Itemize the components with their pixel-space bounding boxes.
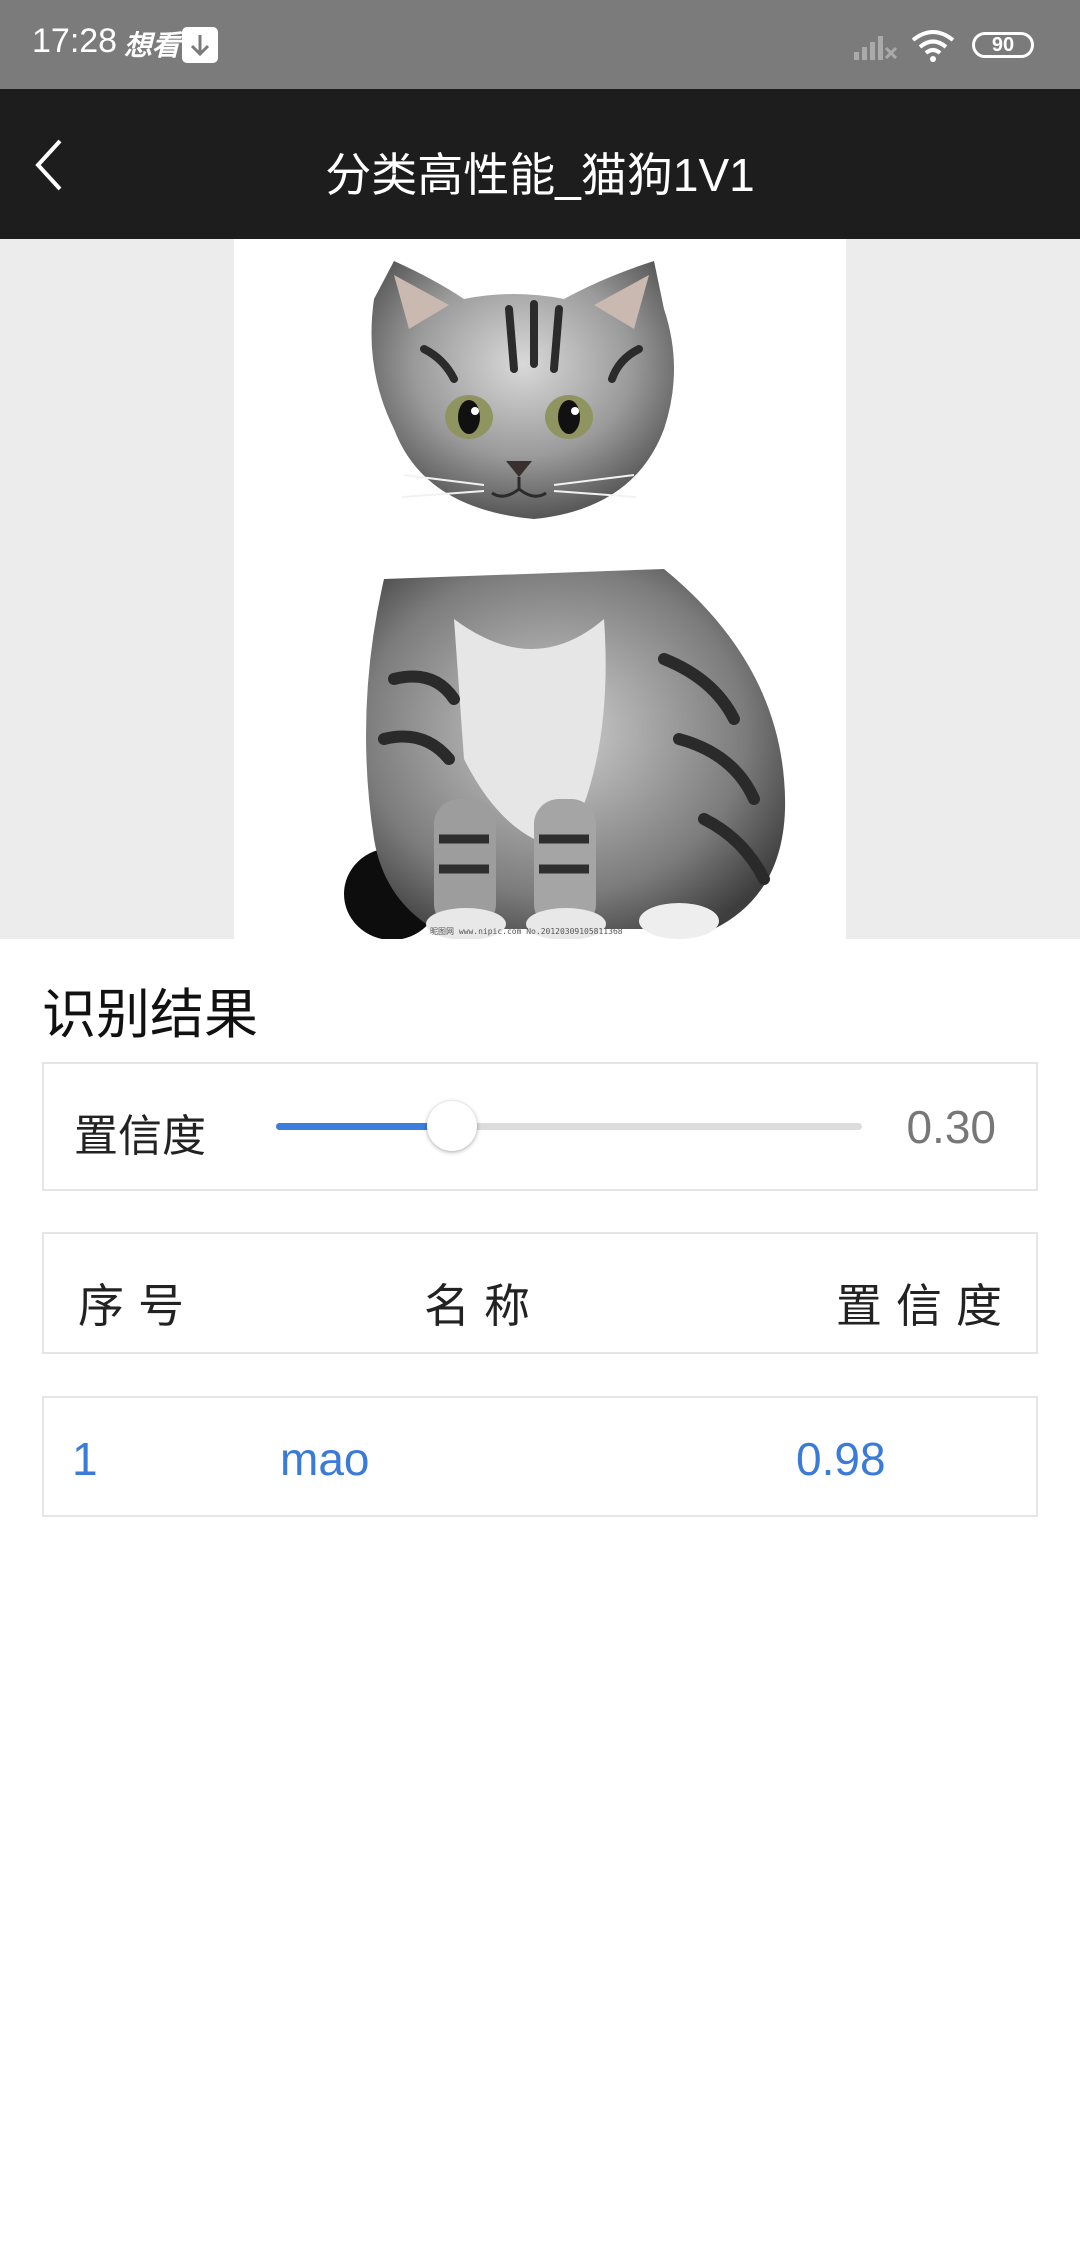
- column-header-index: 序号: [78, 1279, 198, 1333]
- page-title: 分类高性能_猫狗1V1: [325, 149, 755, 201]
- row-confidence: 0.98: [796, 1433, 886, 1485]
- table-header: 序号 名称 置信度: [42, 1232, 1038, 1354]
- app-header: 分类高性能_猫狗1V1: [0, 89, 1080, 239]
- download-icon: [182, 27, 218, 63]
- confidence-value: 0.30: [906, 1101, 996, 1153]
- confidence-panel: 置信度 0.30: [42, 1062, 1038, 1191]
- cat-photo: 昵图网 www.nipic.com No.20120309105811368: [234, 239, 846, 939]
- slider-thumb[interactable]: [426, 1101, 477, 1151]
- status-app-label: 想看: [124, 29, 181, 62]
- status-time: 17:28: [32, 22, 118, 60]
- result-title: 识别结果: [42, 983, 258, 1046]
- wifi-icon: [911, 30, 955, 62]
- table-row[interactable]: 1 mao 0.98: [42, 1396, 1038, 1517]
- signal-icon: [854, 36, 898, 60]
- image-watermark: 昵图网 www.nipic.com No.20120309105811368: [430, 927, 623, 936]
- row-index: 1: [72, 1433, 98, 1485]
- status-bar: 17:28 想看 90: [0, 0, 1080, 89]
- row-name: mao: [280, 1433, 370, 1485]
- column-header-confidence: 置信度: [836, 1279, 1016, 1333]
- column-header-name: 名称: [424, 1279, 544, 1333]
- battery-icon: 90: [972, 32, 1034, 58]
- image-panel: 昵图网 www.nipic.com No.20120309105811368: [0, 239, 1080, 939]
- confidence-label: 置信度: [74, 1111, 206, 1162]
- slider-fill: [276, 1123, 452, 1130]
- confidence-slider[interactable]: [276, 1101, 862, 1151]
